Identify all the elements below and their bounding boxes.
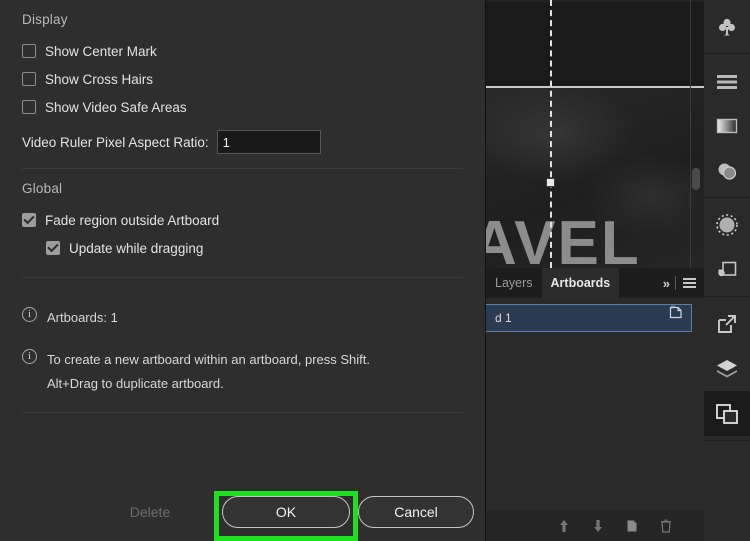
global-section: Global Fade region outside Artboard Upda… (22, 169, 463, 278)
panel-body: d 1 (486, 298, 704, 541)
document-right-edge (690, 0, 691, 268)
panel-tab-bar: Layers Artboards » (486, 268, 704, 298)
artboard-upper-band (486, 2, 704, 86)
document-scrollbar[interactable] (692, 168, 700, 190)
tab-bar-divider (675, 276, 676, 290)
properties-icon[interactable] (704, 58, 750, 103)
document-viewport[interactable]: AVEL WORLD (486, 0, 704, 268)
show-center-mark-label: Show Center Mark (45, 44, 157, 59)
show-video-safe-areas-label: Show Video Safe Areas (45, 100, 187, 115)
rail-group-2 (704, 54, 750, 198)
artboard-item-label: d 1 (495, 311, 684, 325)
artwork-photo: AVEL WORLD (486, 88, 704, 268)
show-center-mark-checkbox[interactable] (22, 44, 36, 58)
tab-artboards-label: Artboards (551, 276, 611, 290)
artboard-options-dialog: Display Show Center Mark Show Cross Hair… (0, 0, 486, 541)
artboards-panel: Layers Artboards » d 1 (486, 268, 704, 541)
artboards-icon[interactable] (704, 391, 750, 436)
display-section: Display Show Center Mark Show Cross Hair… (22, 0, 463, 169)
video-ruler-pixel-aspect-ratio-input[interactable] (217, 130, 321, 154)
artboards-count-text: Artboards: 1 (47, 306, 118, 330)
global-section-title: Global (22, 181, 463, 196)
symbols-icon[interactable] (704, 4, 750, 49)
info-block: i Artboards: 1 i To create a new artboar… (22, 292, 463, 413)
show-cross-hairs-label: Show Cross Hairs (45, 72, 153, 87)
rail-group-1 (704, 0, 750, 54)
vertical-dashed-guide (550, 0, 552, 268)
cancel-button[interactable]: Cancel (358, 496, 474, 528)
app-root: AVEL WORLD Layers Artboards » (0, 0, 750, 541)
artboard-thumbnail-icon (667, 303, 684, 320)
layers-icon[interactable] (704, 346, 750, 391)
info-circle-icon: i (22, 307, 37, 322)
show-cross-hairs-checkbox[interactable] (22, 72, 36, 86)
export-icon[interactable] (704, 301, 750, 346)
rail-group-4 (704, 297, 750, 441)
checkbox-row-show-center-mark[interactable]: Show Center Mark (22, 38, 463, 64)
brushes-icon[interactable] (704, 202, 750, 247)
transparency-icon[interactable] (704, 148, 750, 193)
hint-line-1: To create a new artboard within an artbo… (47, 352, 370, 367)
video-ruler-label: Video Ruler Pixel Aspect Ratio: (22, 135, 209, 150)
hint-line-2: Alt+Drag to duplicate artboard. (47, 376, 224, 391)
update-while-dragging-label: Update while dragging (69, 241, 203, 256)
graphic-styles-icon[interactable] (704, 247, 750, 292)
info-row-hint: i To create a new artboard within an art… (22, 348, 463, 396)
anchor-point-handle[interactable] (546, 178, 555, 187)
hint-text: To create a new artboard within an artbo… (47, 348, 370, 396)
fade-region-outside-artboard-label: Fade region outside Artboard (45, 213, 219, 228)
tab-layers[interactable]: Layers (486, 268, 542, 298)
delete-artboard-icon[interactable] (659, 518, 673, 534)
checkbox-row-show-video-safe-areas[interactable]: Show Video Safe Areas (22, 94, 463, 120)
fade-region-outside-artboard-checkbox[interactable] (22, 213, 36, 227)
move-up-icon[interactable] (557, 518, 571, 534)
info-circle-icon: i (22, 349, 37, 364)
rail-group-3 (704, 198, 750, 297)
tab-artboards[interactable]: Artboards (542, 268, 620, 298)
video-ruler-field-row: Video Ruler Pixel Aspect Ratio: (22, 130, 463, 154)
display-section-title: Display (22, 12, 463, 27)
panel-menu-icon[interactable] (683, 278, 704, 288)
artboard-list-item[interactable]: d 1 (468, 304, 692, 332)
show-video-safe-areas-checkbox[interactable] (22, 100, 36, 114)
update-while-dragging-checkbox[interactable] (46, 241, 60, 255)
move-down-icon[interactable] (591, 518, 605, 534)
checkbox-row-show-cross-hairs[interactable]: Show Cross Hairs (22, 66, 463, 92)
ok-button[interactable]: OK (222, 496, 350, 528)
checkbox-row-update-while-dragging[interactable]: Update while dragging (22, 235, 463, 261)
right-icon-rail (704, 0, 750, 541)
horizontal-guide (486, 86, 704, 88)
new-artboard-icon[interactable] (625, 518, 639, 534)
gradient-icon[interactable] (704, 103, 750, 148)
info-row-artboards-count: i Artboards: 1 (22, 306, 463, 330)
panel-bottom-toolbar (486, 511, 704, 541)
dialog-footer: Delete OK Cancel (0, 483, 486, 541)
tab-layers-label: Layers (495, 276, 533, 290)
collapse-chevrons-icon[interactable]: » (663, 276, 675, 291)
checkbox-row-fade-region[interactable]: Fade region outside Artboard (22, 207, 463, 233)
artwork-title: AVEL (486, 213, 641, 268)
delete-button[interactable]: Delete (104, 496, 196, 528)
